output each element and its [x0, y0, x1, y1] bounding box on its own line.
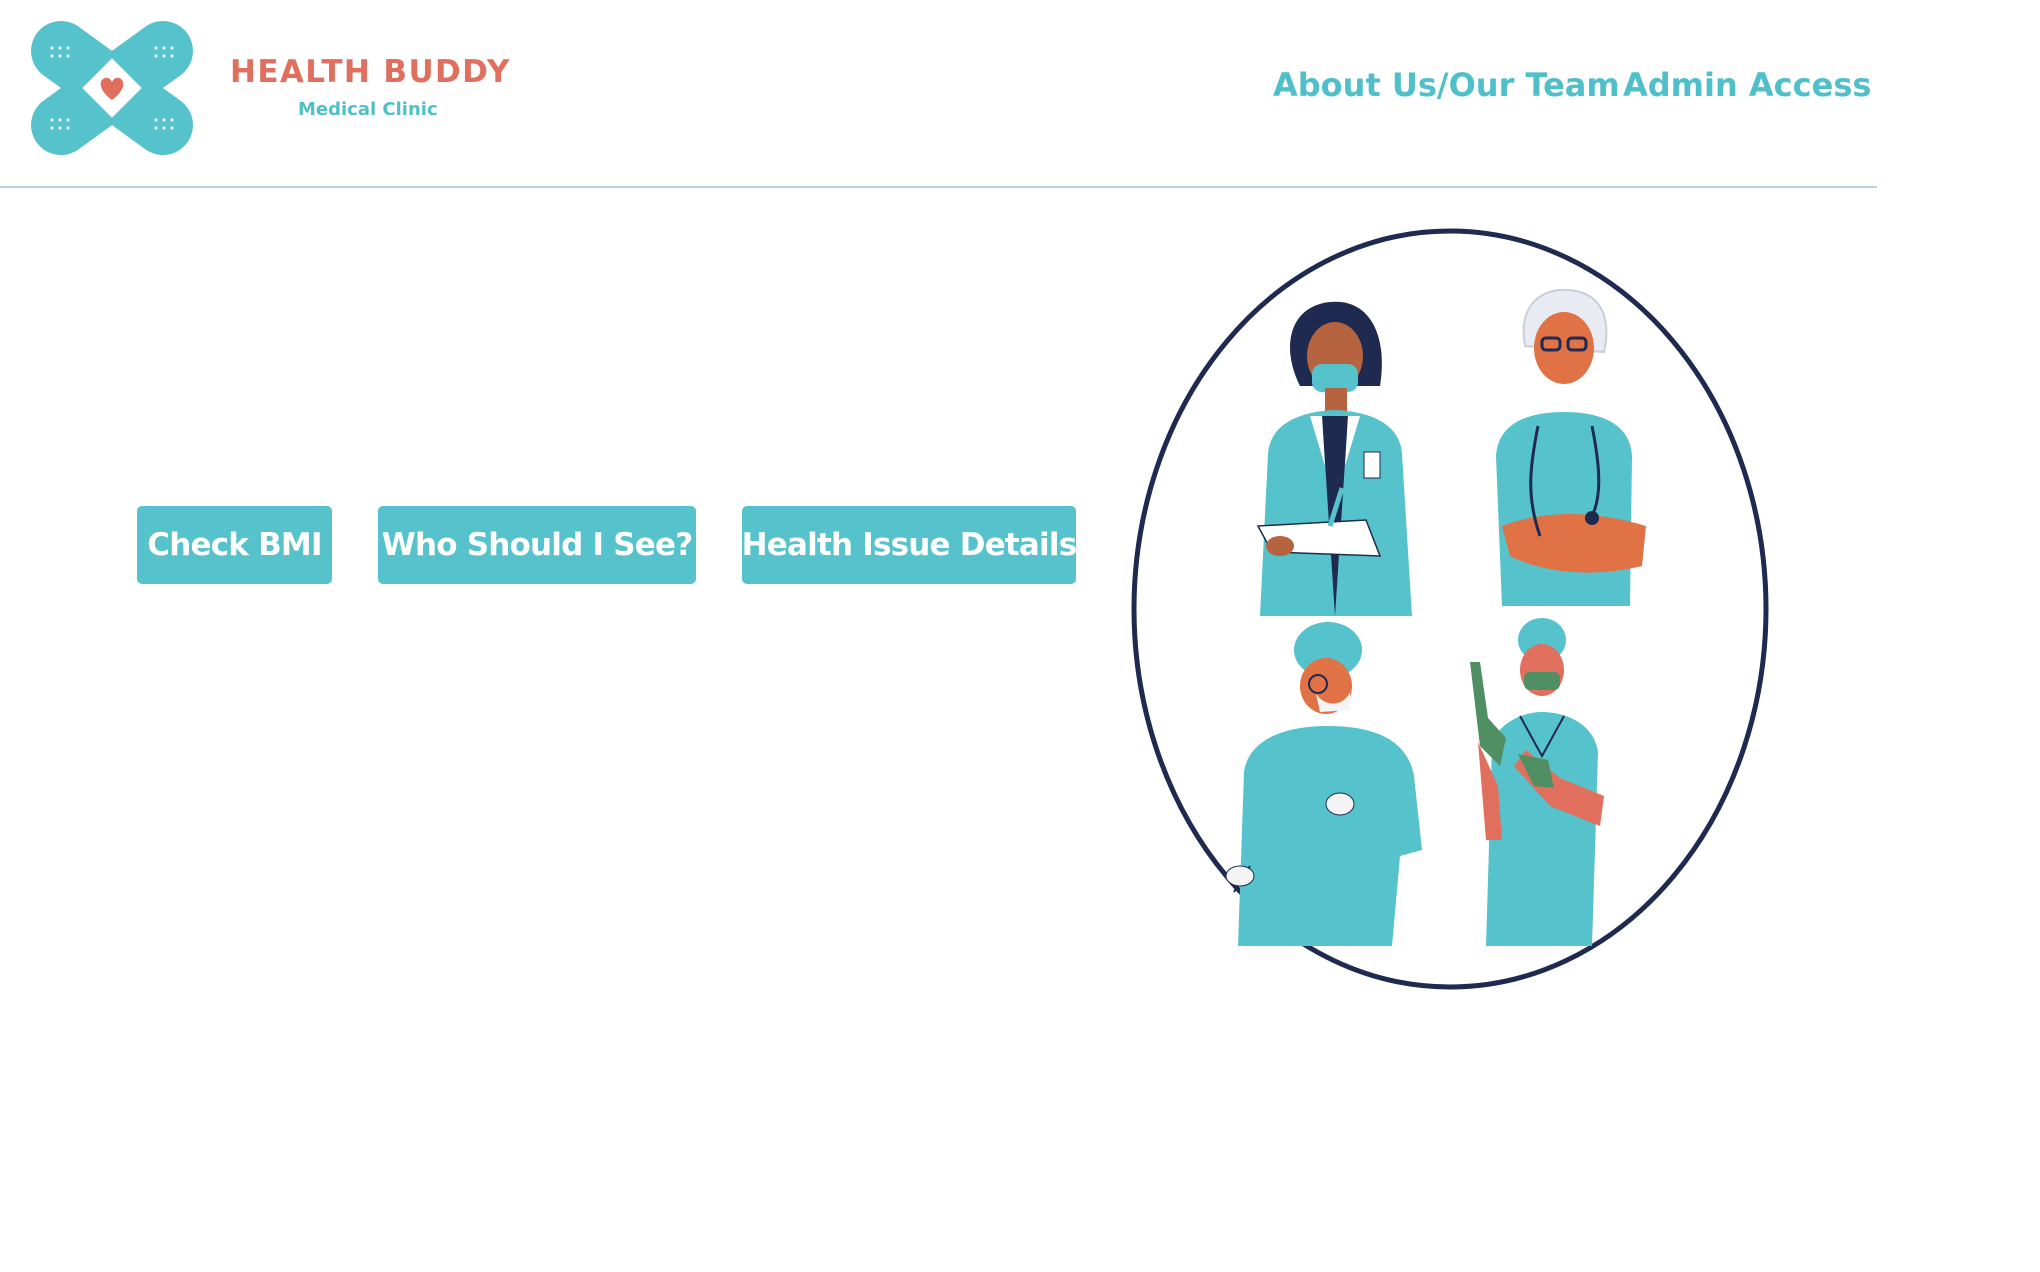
- nav-about-us-link[interactable]: About Us/Our Team: [1273, 66, 1620, 104]
- medical-team-illustration: [1130, 226, 1770, 992]
- who-should-i-see-button[interactable]: Who Should I See?: [378, 506, 696, 584]
- brand-subtitle: Medical Clinic: [298, 99, 438, 120]
- site-header: HEALTH BUDDY Medical Clinic About Us/Our…: [0, 0, 1877, 188]
- nav-admin-access-link[interactable]: Admin Access: [1623, 66, 1871, 104]
- health-issue-details-button[interactable]: Health Issue Details: [742, 506, 1077, 584]
- brand-title: HEALTH BUDDY: [230, 54, 511, 90]
- check-bmi-button[interactable]: Check BMI: [137, 506, 332, 584]
- bandage-heart-logo-icon[interactable]: [22, 20, 202, 156]
